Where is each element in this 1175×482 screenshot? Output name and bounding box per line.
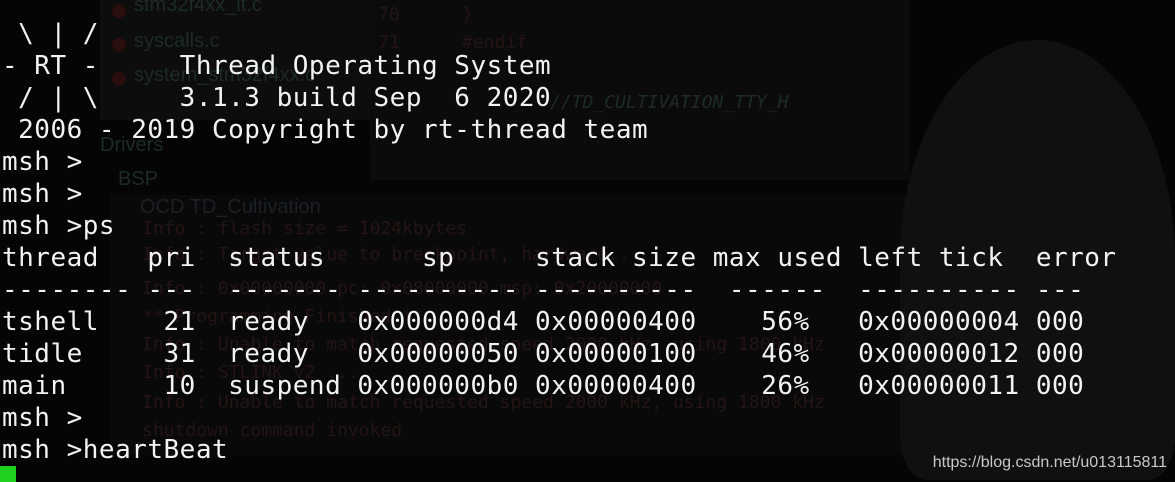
ghost-console-line: Info : flash size = 1024kbytes: [142, 218, 468, 239]
ghost-console-tab: OCD TD_Cultivation: [140, 196, 321, 218]
command-line-ps: msh >ps: [2, 211, 116, 241]
ps-table-header: thread pri status sp stack size max used…: [2, 243, 1117, 273]
prompt-line: msh >: [2, 179, 83, 209]
watermark-url: https://blog.csdn.net/u013115811: [932, 454, 1167, 471]
ghost-code-line: //TD_CULTIVATION_TTY_H: [550, 92, 789, 113]
ps-table-row: tidle 31 ready 0x00000050 0x00000100 46%…: [2, 339, 1085, 369]
terminal-cursor[interactable]: [0, 466, 16, 482]
banner-line: \ | /: [2, 19, 99, 49]
command-line-heartbeat: msh >heartBeat: [2, 435, 229, 465]
ghost-line-number: 70: [378, 4, 400, 25]
banner-line: - RT - Thread Operating System: [2, 51, 552, 81]
prompt-line: msh >: [2, 147, 83, 177]
c-file-icon: [112, 4, 126, 18]
ghost-sidebar-folder: BSP: [118, 168, 159, 190]
ghost-code-line: }: [462, 4, 473, 25]
prompt-line: msh >: [2, 403, 83, 433]
terminal-window[interactable]: stm32f4xx_it.c syscalls.c system_stm32f4…: [0, 0, 1175, 482]
banner-line: 2006 - 2019 Copyright by rt-thread team: [2, 115, 649, 145]
ps-table-row: main 10 suspend 0x000000b0 0x00000400 26…: [2, 371, 1085, 401]
ps-table-separator: -------- --- ------- ---------- --------…: [2, 275, 1085, 305]
ghost-sidebar-file: stm32f4xx_it.c: [134, 0, 262, 16]
banner-line: / | \ 3.1.3 build Sep 6 2020: [2, 83, 552, 113]
ps-table-row: tshell 21 ready 0x000000d4 0x00000400 56…: [2, 307, 1085, 337]
